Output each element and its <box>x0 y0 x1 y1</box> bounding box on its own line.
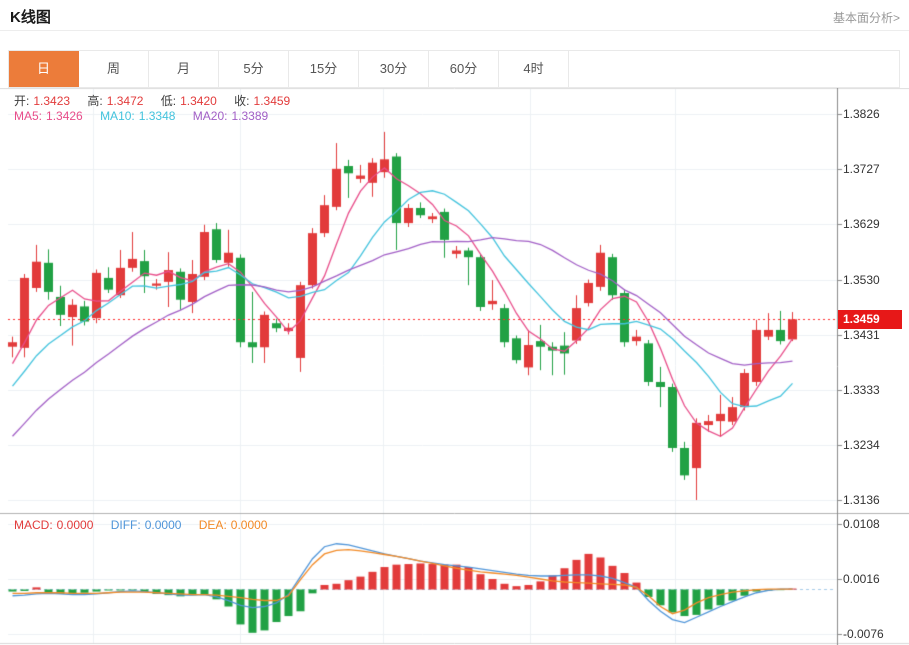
y-axis-label: 1.3431 <box>843 328 880 342</box>
low-label: 低: <box>161 94 176 108</box>
macd-legend: MACD: 0.0000 DIFF: 0.0000 DEA: 0.0000 <box>14 518 271 532</box>
ma5-value: 1.3426 <box>46 109 83 123</box>
y-axis-label: 1.3629 <box>843 217 880 231</box>
ohlc-legend: 开: 1.3423 高: 1.3472 低: 1.3420 收: 1.3459 <box>14 92 294 109</box>
tab-week[interactable]: 周 <box>79 51 149 87</box>
open-label: 开: <box>14 94 29 108</box>
y-axis-label: 1.3727 <box>843 162 880 176</box>
page-title: K线图 <box>10 6 51 27</box>
period-tab-bar: 日周月5分15分30分60分4时 <box>8 50 900 88</box>
macd-value: 0.0000 <box>57 518 94 532</box>
tab-day[interactable]: 日 <box>9 51 79 87</box>
macd-label: MACD: <box>14 518 53 532</box>
diff-label: DIFF: <box>111 518 141 532</box>
fundamental-analysis-link[interactable]: 基本面分析> <box>833 9 900 26</box>
tab-5min[interactable]: 5分 <box>219 51 289 87</box>
y-axis-label: 1.3826 <box>843 107 880 121</box>
close-value: 1.3459 <box>254 94 291 108</box>
dea-label: DEA: <box>199 518 227 532</box>
diff-value: 0.0000 <box>145 518 182 532</box>
kline-canvas[interactable] <box>0 88 909 645</box>
tab-month[interactable]: 月 <box>149 51 219 87</box>
open-value: 1.3423 <box>33 94 70 108</box>
tab-4hour[interactable]: 4时 <box>499 51 569 87</box>
low-value: 1.3420 <box>180 94 217 108</box>
tab-bar-filler <box>569 51 899 87</box>
dea-value: 0.0000 <box>231 518 268 532</box>
ma20-label: MA20: <box>193 109 228 123</box>
chart-area: 开: 1.3423 高: 1.3472 低: 1.3420 收: 1.3459 MA5:… <box>0 88 909 645</box>
close-label: 收: <box>234 94 249 108</box>
y-axis-label: 1.3530 <box>843 273 880 287</box>
y-axis-label: 0.0016 <box>843 572 880 586</box>
y-axis-label: 1.3234 <box>843 438 880 452</box>
kline-page: K线图 基本面分析> 日周月5分15分30分60分4时 开: 1.3423 高: 1… <box>0 0 909 645</box>
high-value: 1.3472 <box>107 94 144 108</box>
current-price-badge: 1.3459 <box>838 310 902 329</box>
tab-30min[interactable]: 30分 <box>359 51 429 87</box>
page-header: K线图 基本面分析> <box>0 0 909 31</box>
ma5-label: MA5: <box>14 109 42 123</box>
high-label: 高: <box>87 94 102 108</box>
y-axis-label: 0.0108 <box>843 517 880 531</box>
y-axis-label: 1.3333 <box>843 383 880 397</box>
ma10-value: 1.3348 <box>139 109 176 123</box>
ma20-value: 1.3389 <box>231 109 268 123</box>
tab-60min[interactable]: 60分 <box>429 51 499 87</box>
y-axis-label: 1.3136 <box>843 493 880 507</box>
y-axis-label: -0.0076 <box>843 627 884 641</box>
ma-legend: MA5: 1.3426 MA10: 1.3348 MA20:1.3389 <box>14 109 272 123</box>
ma10-label: MA10: <box>100 109 135 123</box>
tab-15min[interactable]: 15分 <box>289 51 359 87</box>
